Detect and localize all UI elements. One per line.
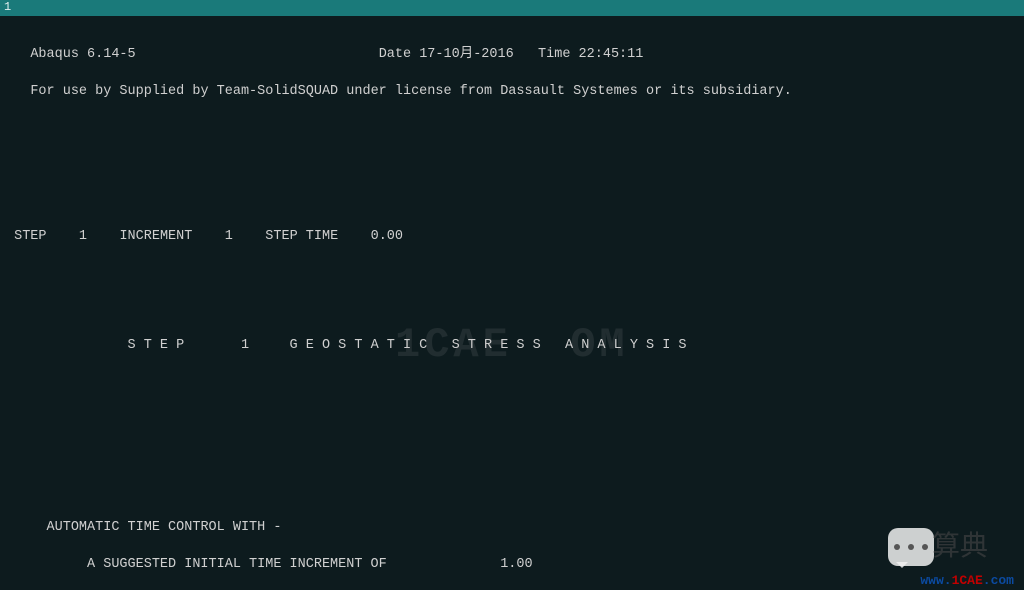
blank-line	[6, 265, 1018, 283]
time-label: Time	[538, 47, 570, 62]
terminal-output: Abaqus 6.14-5 Date 17-10月-2016 Time 22:4…	[0, 16, 1024, 590]
blank-line	[6, 301, 1018, 319]
blank-line	[6, 155, 1018, 173]
increment-label: INCREMENT	[119, 229, 192, 244]
product-name: Abaqus 6.14-5	[30, 47, 135, 62]
increment-number: 1	[225, 229, 233, 244]
steptime-label: STEP TIME	[265, 229, 338, 244]
header-line-1: Abaqus 6.14-5 Date 17-10月-2016 Time 22:4…	[6, 46, 1018, 64]
chat-bubble-icon	[888, 528, 934, 566]
timectrl-val-1: 1.00	[500, 557, 532, 572]
date-label: Date	[379, 47, 411, 62]
blank-line	[6, 483, 1018, 501]
timectrl-label-1: A SUGGESTED INITIAL TIME INCREMENT OF	[87, 557, 387, 572]
steptime-value: 0.00	[371, 229, 403, 244]
step-banner-text: S T E P 1 G E O S T A T I C S T R E S S …	[128, 338, 687, 353]
date-value: 17-10月-2016	[419, 47, 514, 62]
url-part-tld: .com	[983, 573, 1014, 588]
time-value: 22:45:11	[579, 47, 644, 62]
blank-line	[6, 374, 1018, 392]
step-number: 1	[79, 229, 87, 244]
header-license-line: For use by Supplied by Team-SolidSQUAD u…	[6, 83, 1018, 101]
titlebar-text: 1	[4, 0, 11, 14]
timectrl-title-line: AUTOMATIC TIME CONTROL WITH -	[6, 519, 1018, 537]
watermark-url: www.1CAE.com	[920, 573, 1014, 588]
timectrl-row-1: A SUGGESTED INITIAL TIME INCREMENT OF 1.…	[6, 556, 1018, 574]
window-titlebar: 1	[0, 0, 1024, 16]
blank-line	[6, 447, 1018, 465]
step-label: STEP	[14, 229, 46, 244]
step-banner: S T E P 1 G E O S T A T I C S T R E S S …	[6, 337, 1018, 355]
blank-line	[6, 192, 1018, 210]
timectrl-title: AUTOMATIC TIME CONTROL WITH -	[47, 520, 282, 535]
license-text: For use by Supplied by Team-SolidSQUAD u…	[30, 84, 792, 99]
step-status-line: STEP 1 INCREMENT 1 STEP TIME 0.00	[6, 228, 1018, 246]
url-part-domain: 1CAE	[952, 573, 983, 588]
watermark-cn-text: 算典	[932, 524, 988, 564]
blank-line	[6, 119, 1018, 137]
blank-line	[6, 410, 1018, 428]
url-part-www: www.	[920, 573, 951, 588]
